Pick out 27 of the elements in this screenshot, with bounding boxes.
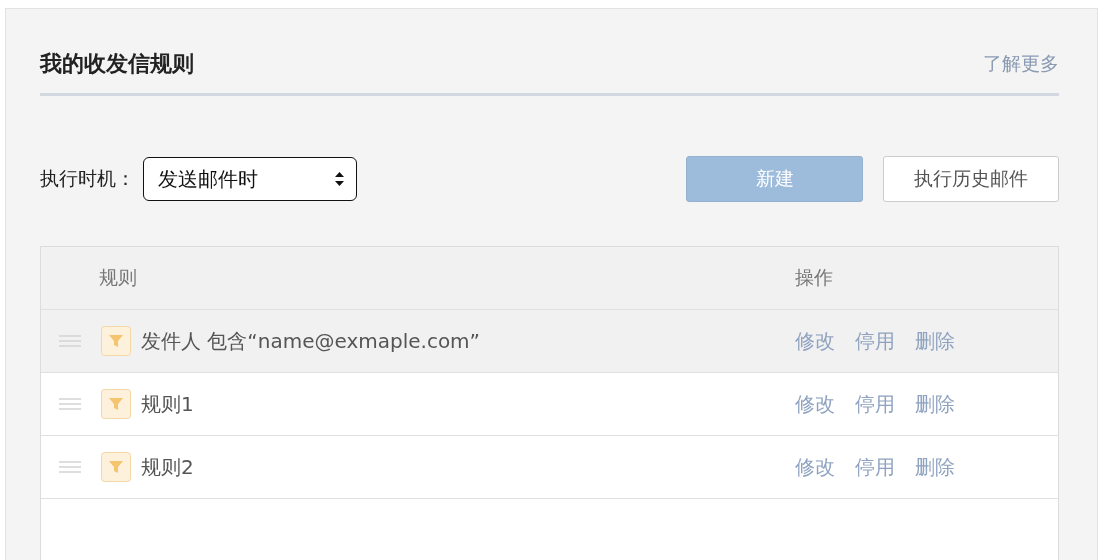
drag-handle-icon[interactable] [59,398,81,410]
updown-arrows-icon [335,172,344,186]
timing-select[interactable]: 发送邮件时 [143,157,357,201]
action-link[interactable]: 删除 [915,327,955,355]
new-button[interactable]: 新建 [686,156,863,202]
action-link[interactable]: 修改 [795,453,835,481]
action-link[interactable]: 停用 [855,453,895,481]
timing-label: 执行时机： [40,166,135,191]
action-link[interactable]: 停用 [855,327,895,355]
action-link[interactable]: 修改 [795,390,835,418]
filter-icon [101,326,131,356]
filter-icon [101,452,131,482]
drag-handle-icon[interactable] [59,461,81,473]
action-link[interactable]: 删除 [915,453,955,481]
rule-name: 规则1 [141,390,195,418]
filter-icon [101,389,131,419]
learn-more-link[interactable]: 了解更多 [983,51,1059,77]
column-header: 规则 [99,265,138,290]
history-button[interactable]: 执行历史邮件 [883,156,1059,202]
action-link[interactable]: 停用 [855,390,895,418]
rule-row[interactable]: 发件人 包含“name@exmaple.com” 修改 停用 删除 [41,310,1058,373]
rule-name: 规则2 [141,453,195,481]
page-title: 我的收发信规则 [40,50,194,78]
column-header: 操作 [795,265,834,290]
rule-name: 发件人 包含“name@exmaple.com” [141,327,481,355]
action-link[interactable]: 修改 [795,327,835,355]
action-link[interactable]: 删除 [915,390,955,418]
